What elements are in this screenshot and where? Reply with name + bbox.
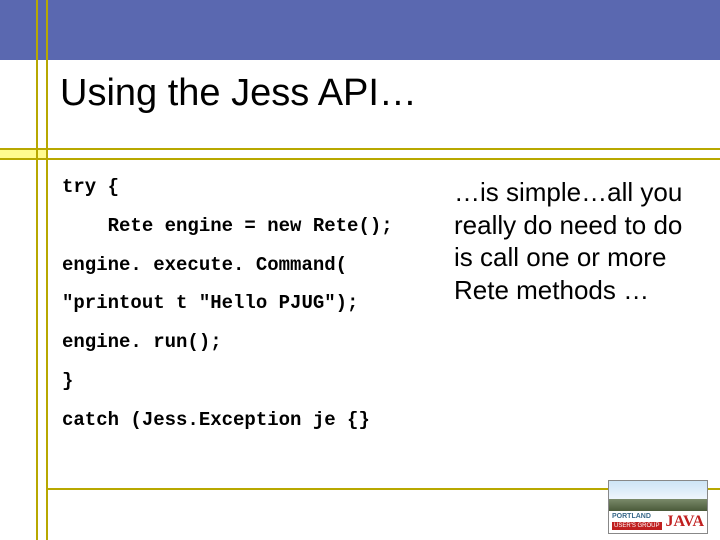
code-line: engine. execute. Command( (62, 254, 442, 277)
code-line: engine. run(); (62, 331, 442, 354)
slide: Using the Jess API… try { Rete engine = … (0, 0, 720, 540)
logo-portland: PORTLAND (612, 513, 662, 520)
horizontal-rule-1 (0, 148, 720, 150)
code-line: } (62, 370, 442, 393)
logo-text-row: PORTLAND USER'S GROUP JAVA (609, 511, 707, 532)
pjug-logo: PORTLAND USER'S GROUP JAVA (608, 480, 708, 534)
horizontal-rule-2 (0, 158, 720, 160)
code-block: try { Rete engine = new Rete(); engine. … (62, 176, 442, 448)
vertical-rule-2 (46, 0, 48, 540)
slide-title: Using the Jess API… (60, 72, 700, 115)
body-text: …is simple…all you really do need to do … (454, 176, 700, 306)
code-line: catch (Jess.Exception je {} (62, 409, 442, 432)
code-line: "printout t "Hello PJUG"); (62, 292, 442, 315)
vertical-rule-1 (36, 0, 38, 540)
logo-users-group: USER'S GROUP (612, 522, 662, 530)
header-band (0, 0, 720, 60)
logo-mountain (609, 499, 707, 511)
logo-java: JAVA (665, 515, 704, 529)
logo-sky (609, 481, 707, 499)
code-line: try { (62, 176, 442, 199)
code-line: Rete engine = new Rete(); (62, 215, 442, 238)
